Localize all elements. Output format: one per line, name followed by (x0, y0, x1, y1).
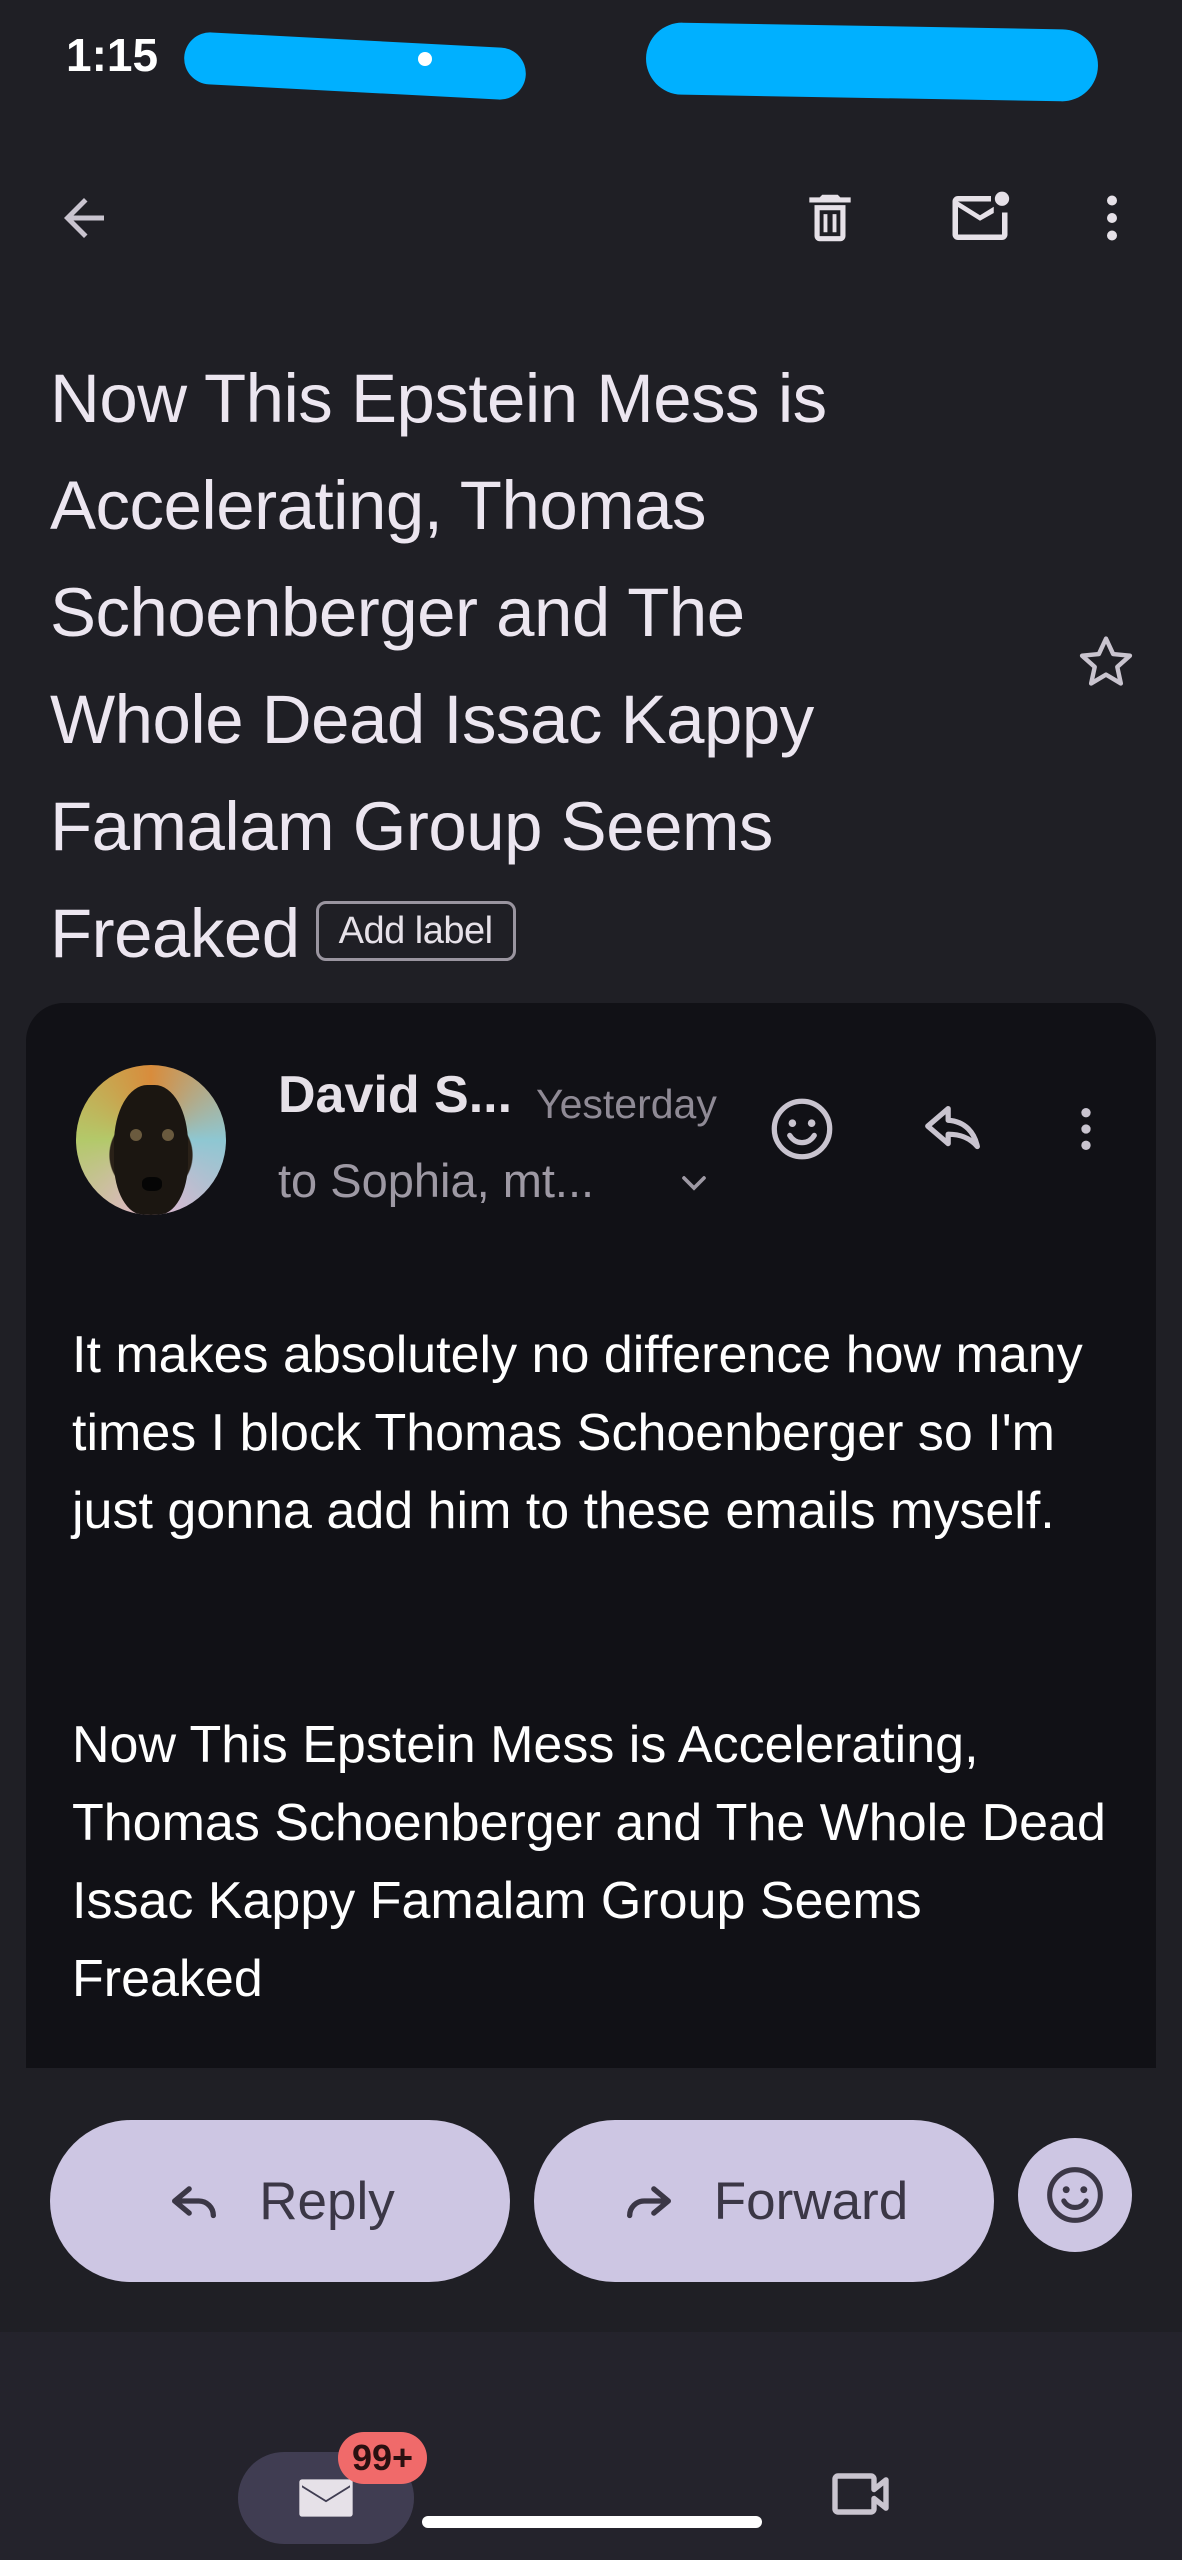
unread-badge: 99+ (338, 2432, 428, 2484)
tab-meet[interactable] (812, 2454, 912, 2534)
mark-unread-icon (952, 191, 1010, 240)
star-icon (1079, 636, 1133, 686)
trash-icon (809, 194, 851, 242)
star-button[interactable] (1066, 622, 1146, 702)
more-options-button[interactable] (1072, 178, 1152, 258)
reply-icon-button[interactable] (914, 1089, 994, 1169)
emoji-reaction-button[interactable] (1018, 2138, 1132, 2252)
message-date: Yesterday (536, 1081, 717, 1127)
avatar[interactable] (76, 1065, 226, 1215)
status-time: 1:15 (66, 29, 159, 81)
forward-button[interactable]: Forward (534, 2120, 994, 2282)
reply-icon (172, 2186, 217, 2219)
redaction-right (645, 22, 1099, 102)
video-icon (832, 2473, 889, 2515)
status-dot (418, 52, 432, 66)
react-button[interactable] (762, 1089, 842, 1169)
email-subject: Now This Epstein Mess is Accelerating, T… (50, 345, 950, 987)
more-vert-icon (1107, 195, 1117, 241)
reply-label: Reply (259, 2171, 395, 2231)
emoji-icon (1047, 2167, 1103, 2223)
reply-icon (925, 1105, 980, 1150)
sender-name[interactable]: David S... (278, 1065, 512, 1125)
body-paragraph: Now This Epstein Mess is Accelerating, T… (72, 1716, 1106, 2008)
details-toggle[interactable] (674, 1163, 714, 1208)
message-more-button[interactable] (1046, 1089, 1126, 1169)
more-vert-icon (1081, 1108, 1091, 1150)
forward-label: Forward (713, 2171, 909, 2231)
back-arrow-icon (64, 198, 104, 238)
redaction-left (182, 31, 528, 101)
message-card: David S... Yesterday to Sophia, mt... It… (26, 1003, 1156, 2068)
forward-icon (626, 2186, 671, 2219)
mark-unread-button[interactable] (940, 178, 1020, 258)
message-body: It makes absolutely no difference how ma… (72, 1316, 1122, 2018)
delete-button[interactable] (790, 178, 870, 258)
emoji-icon (771, 1098, 833, 1160)
chevron-down-icon (682, 1176, 706, 1191)
back-button[interactable] (44, 178, 124, 258)
recipients[interactable]: to Sophia, mt... (278, 1153, 594, 1208)
add-label-chip[interactable]: Add label (315, 900, 516, 961)
home-indicator[interactable] (422, 2516, 762, 2528)
subject-text: Now This Epstein Mess is Accelerating, T… (50, 360, 827, 972)
body-paragraph: It makes absolutely no difference how ma… (72, 1326, 1083, 1540)
reply-button[interactable]: Reply (50, 2120, 510, 2282)
